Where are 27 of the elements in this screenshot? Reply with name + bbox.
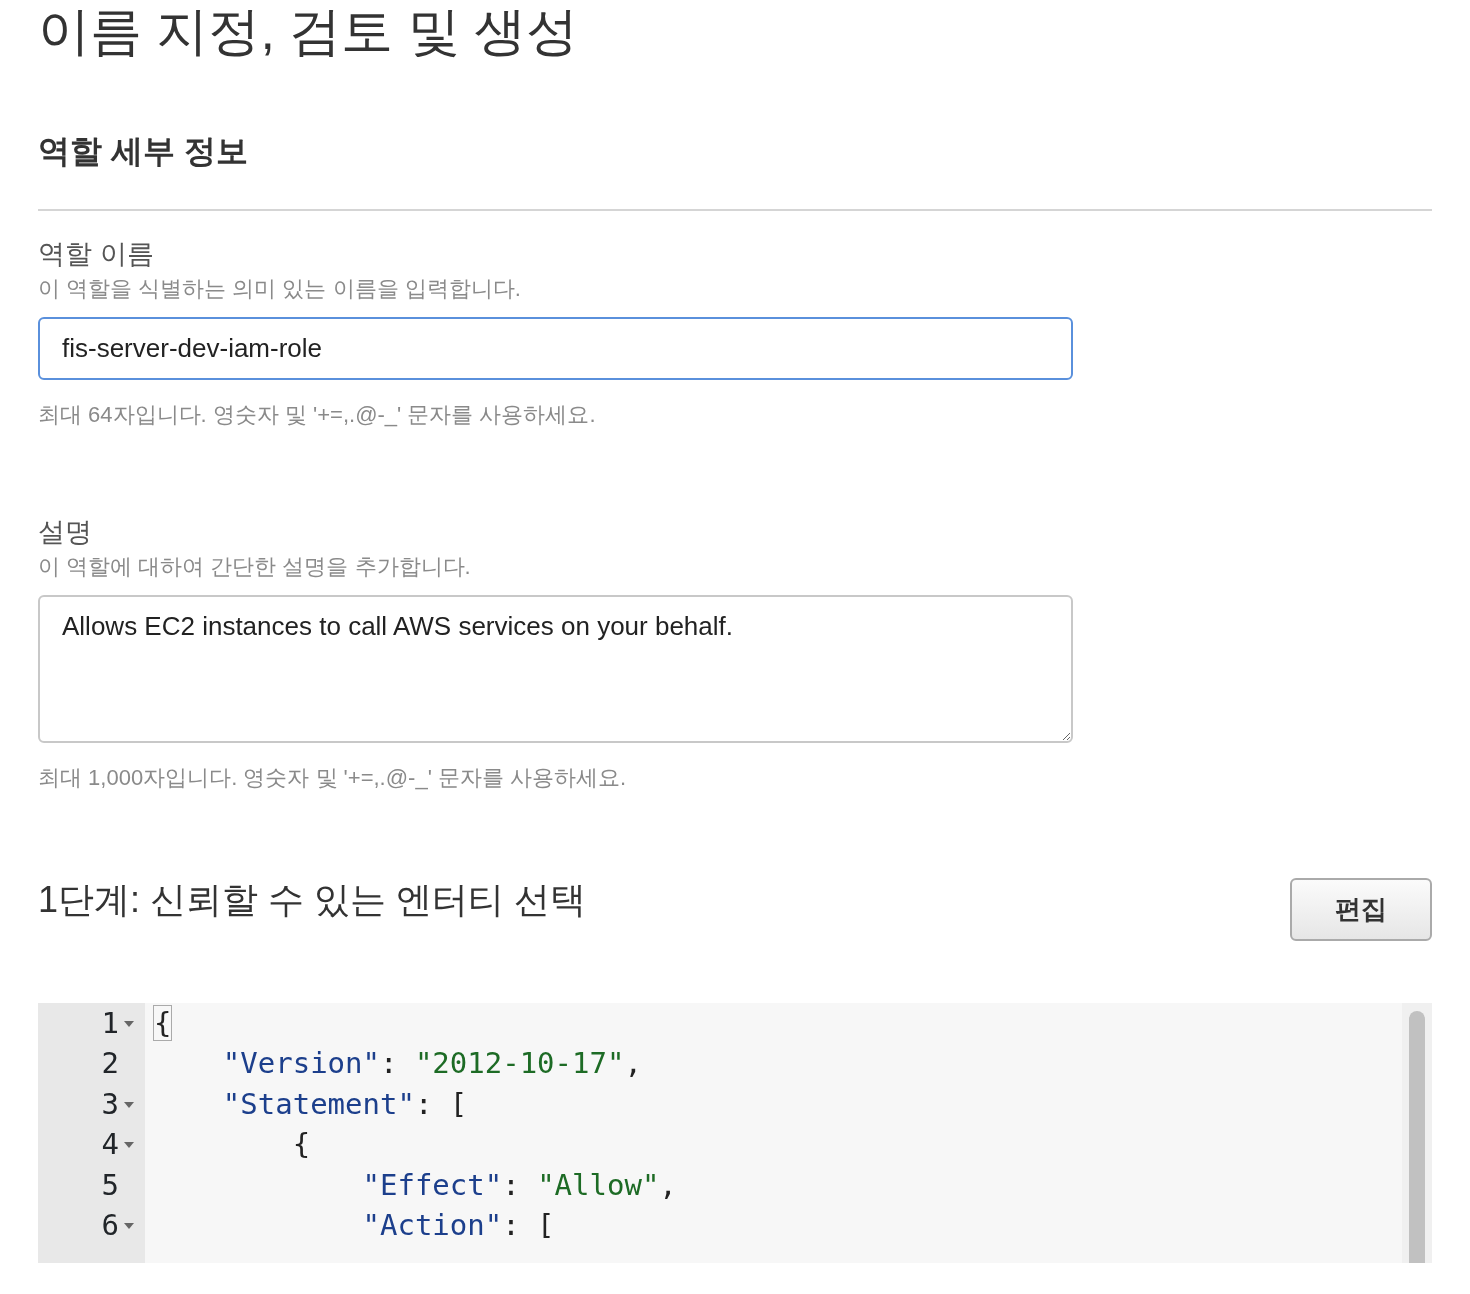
line-number: 3 — [101, 1085, 119, 1123]
line-number: 4 — [101, 1126, 119, 1164]
code-line: "Version": "2012-10-17", — [221, 1045, 643, 1083]
field-hint: 이 역할을 식별하는 의미 있는 이름을 입력합니다. — [38, 274, 522, 303]
field-constraint: 최대 1,000자입니다. 영숫자 및 '+=,.@-_' 문자를 사용하세요. — [38, 763, 628, 792]
description-field[interactable]: Allows EC2 instances to call AWS services on your behalf. — [38, 594, 1073, 743]
field-label: 역할 이름 — [38, 237, 155, 271]
code-line: "Statement": [ — [221, 1085, 469, 1123]
fold-caret-icon[interactable] — [124, 1101, 134, 1108]
line-number: 6 — [101, 1207, 119, 1245]
step-heading: 1단계: 신뢰할 수 있는 엔터티 선택 — [38, 877, 587, 922]
code-line: "Action": [ — [361, 1207, 556, 1245]
fold-caret-icon[interactable] — [124, 1020, 134, 1027]
field-hint: 이 역할에 대하여 간단한 설명을 추가합니다. — [38, 552, 472, 581]
code-line: "Effect": "Allow", — [361, 1166, 678, 1204]
page-title: 이름 지정, 검토 및 생성 — [38, 1, 580, 62]
fold-caret-icon[interactable] — [124, 1142, 134, 1149]
field-label: 설명 — [38, 515, 93, 549]
line-number: 1 — [101, 1004, 119, 1042]
edit-button[interactable]: 편집 — [1290, 877, 1432, 941]
code-line: { — [291, 1126, 312, 1164]
role-name-field[interactable]: fis-server-dev-iam-role — [38, 316, 1073, 380]
line-number: 2 — [101, 1045, 119, 1083]
line-number: 5 — [101, 1166, 119, 1204]
field-constraint: 최대 64자입니다. 영숫자 및 '+=,.@-_' 문자를 사용하세요. — [38, 400, 597, 429]
fold-caret-icon[interactable] — [124, 1223, 134, 1230]
section-heading: 역할 세부 정보 — [38, 132, 249, 171]
